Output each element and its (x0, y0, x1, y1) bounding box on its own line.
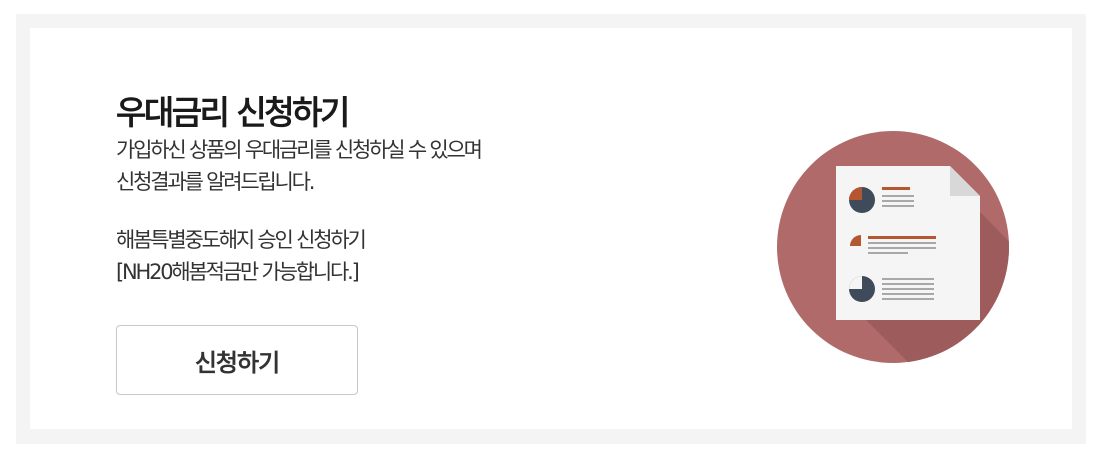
card-title: 우대금리 신청하기 (116, 93, 350, 132)
notice-line-1: 해봄특별중도해지 승인 신청하기 (116, 228, 367, 252)
card-description: 가입하신 상품의 우대금리를 신청하실 수 있으며 신청결과를 알려드립니다. (116, 134, 483, 198)
apply-button[interactable]: 신청하기 (116, 325, 358, 395)
notice-line-2: [NH20해봄적금만 가능합니다.] (116, 260, 360, 284)
description-line-2: 신청결과를 알려드립니다. (116, 170, 315, 194)
description-line-1: 가입하신 상품의 우대금리를 신청하실 수 있으며 (116, 138, 483, 162)
preferential-rate-card: 우대금리 신청하기 가입하신 상품의 우대금리를 신청하실 수 있으며 신청결과… (30, 28, 1072, 429)
card-container: 우대금리 신청하기 가입하신 상품의 우대금리를 신청하실 수 있으며 신청결과… (16, 14, 1086, 444)
card-notice: 해봄특별중도해지 승인 신청하기 [NH20해봄적금만 가능합니다.] (116, 224, 367, 288)
report-row-3 (849, 276, 934, 302)
document-report-illustration (777, 131, 1009, 363)
document-report-icon (776, 130, 1010, 364)
